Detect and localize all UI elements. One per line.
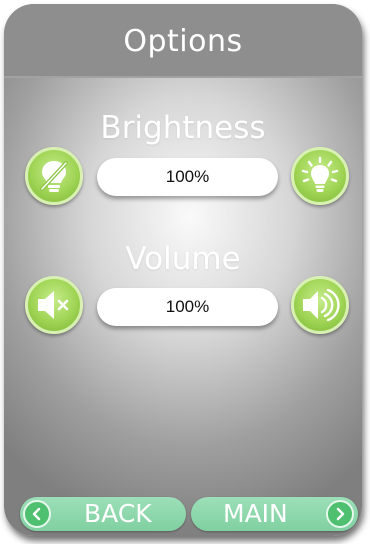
main-label: MAIN — [223, 499, 288, 528]
volume-increase-button[interactable] — [291, 276, 349, 334]
brightness-value: 100% — [97, 158, 278, 196]
brightness-increase-button[interactable] — [291, 147, 349, 205]
main-button[interactable]: MAIN — [191, 497, 358, 531]
options-panel: Options Brightness 100% Volume 100% BACK… — [4, 4, 362, 536]
volume-label: Volume — [125, 241, 241, 277]
chevron-right-icon — [326, 500, 354, 528]
brightness-decrease-button[interactable] — [25, 147, 83, 205]
volume-value: 100% — [97, 288, 278, 326]
speaker-loud-icon — [300, 287, 340, 323]
brightness-label: Brightness — [100, 110, 266, 146]
back-button[interactable]: BACK — [20, 497, 186, 531]
bulb-on-icon — [300, 156, 340, 196]
bulb-off-icon — [37, 158, 71, 194]
title-bar: Options — [4, 4, 362, 78]
speaker-mute-icon — [35, 288, 73, 322]
page-title: Options — [123, 24, 243, 59]
back-label: BACK — [84, 499, 152, 528]
volume-decrease-button[interactable] — [25, 276, 83, 334]
chevron-left-icon — [23, 500, 51, 528]
